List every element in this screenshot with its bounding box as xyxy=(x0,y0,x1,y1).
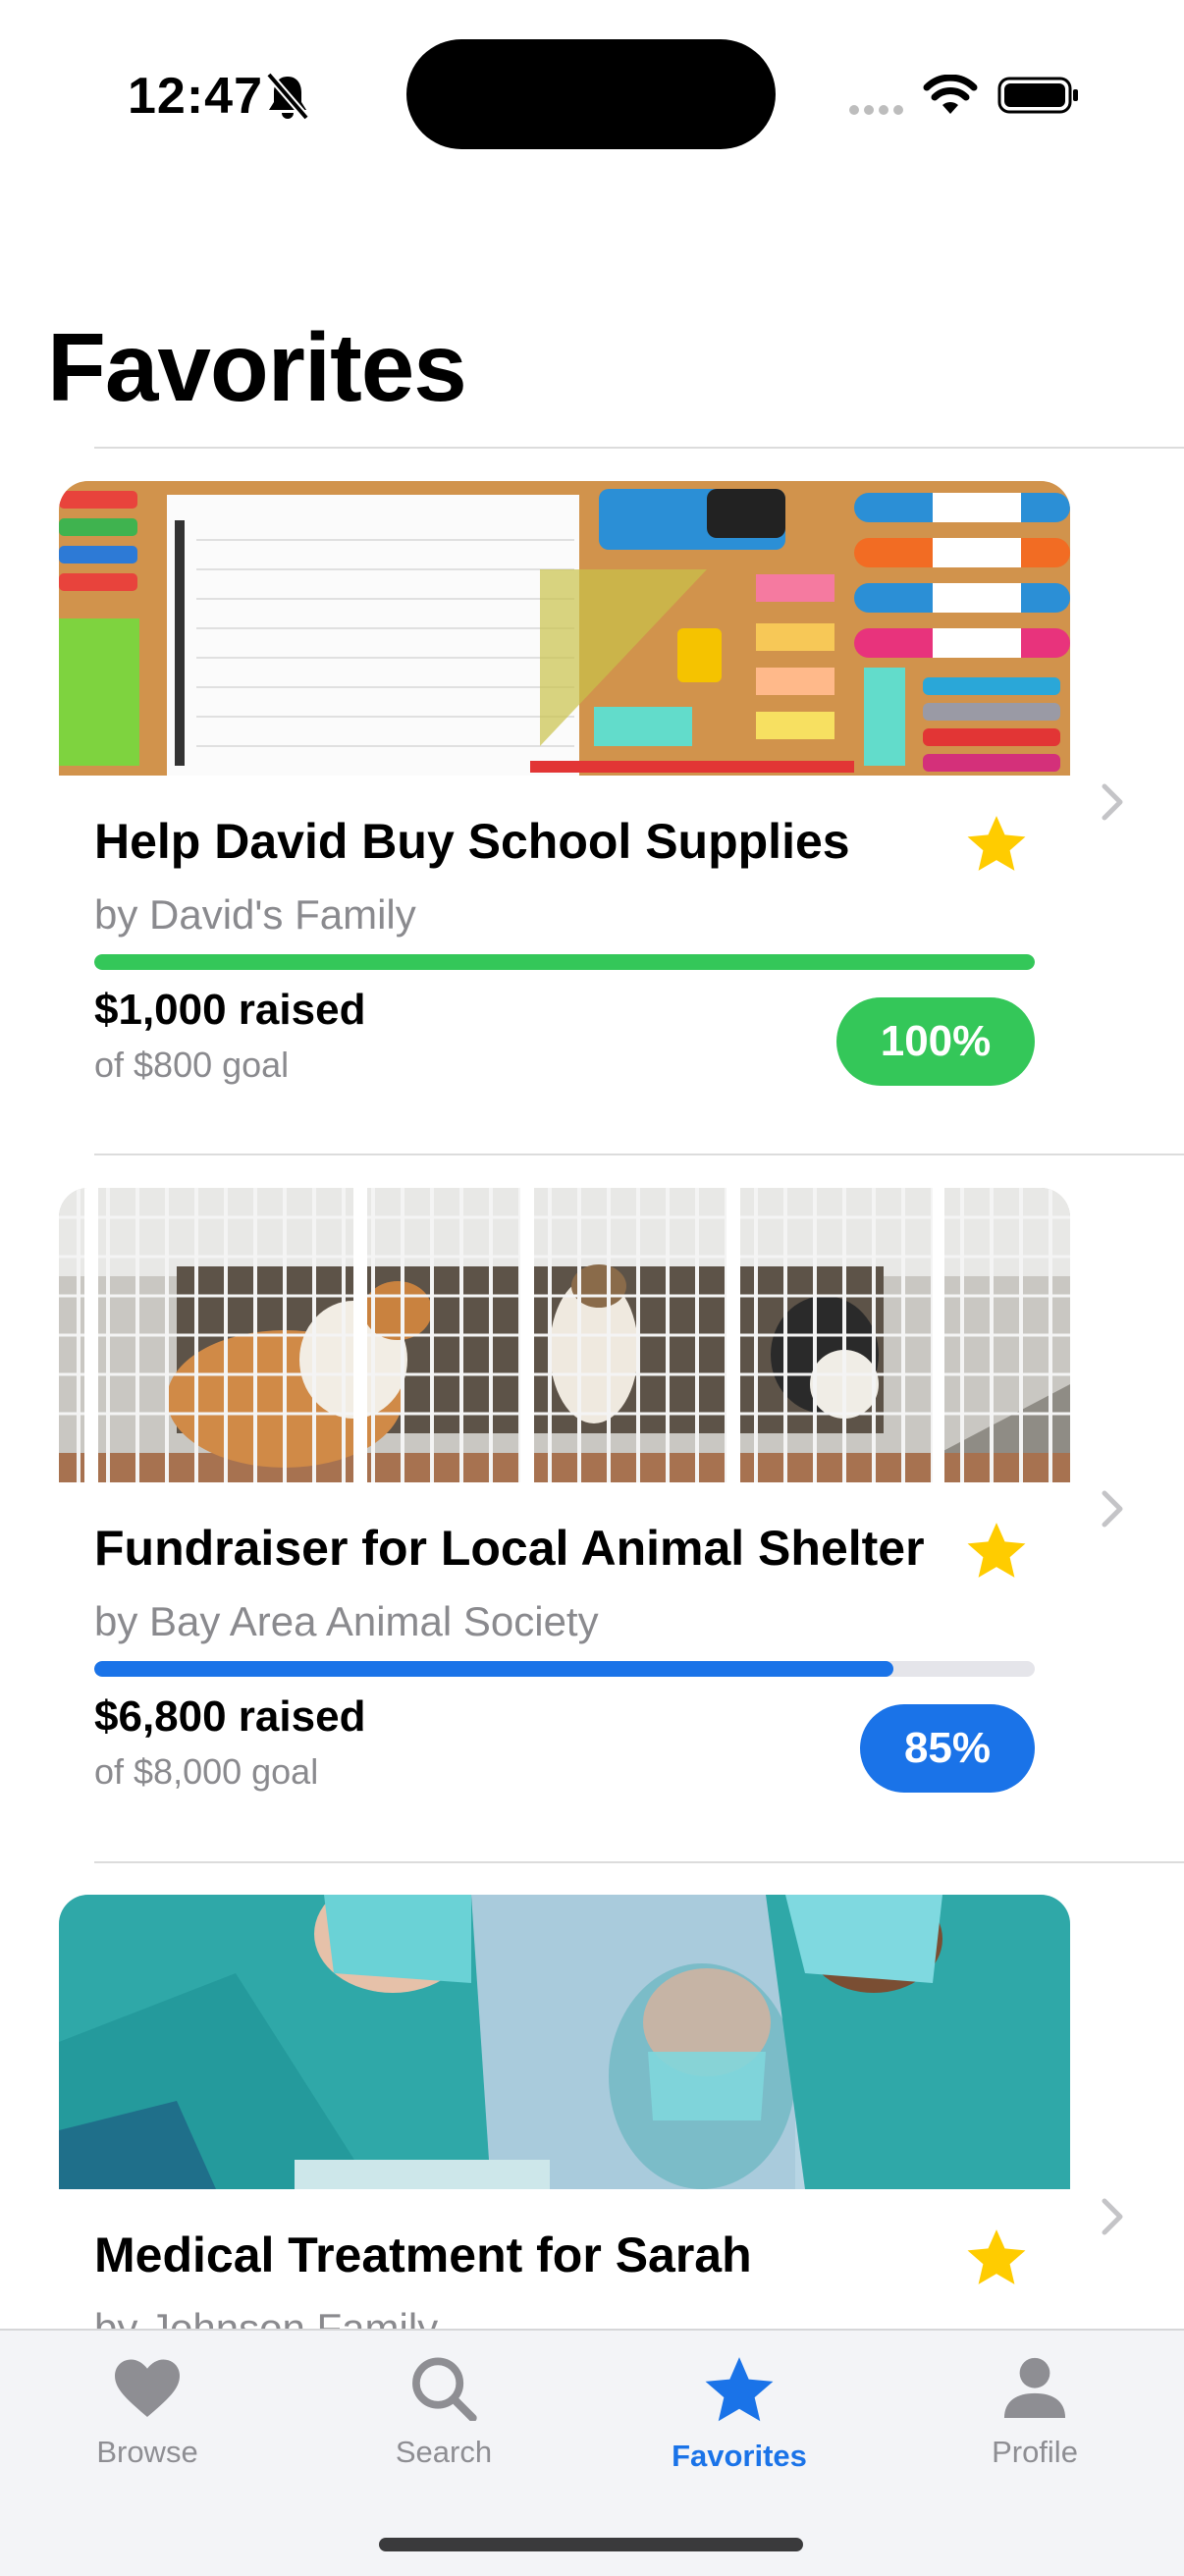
chevron-right-icon[interactable] xyxy=(1096,2195,1129,2238)
campaign-image xyxy=(59,481,1070,776)
progress-fill xyxy=(94,1661,894,1677)
tab-browse[interactable]: Browse xyxy=(49,2354,245,2470)
dynamic-island xyxy=(406,39,776,149)
raised-amount: $1,000 raised xyxy=(94,986,366,1034)
chevron-right-icon[interactable] xyxy=(1096,780,1129,824)
campaign-card[interactable]: Medical Treatment for Sarah by Johnson F… xyxy=(59,1895,1070,2329)
campaign-card[interactable]: Fundraiser for Local Animal Shelter by B… xyxy=(59,1188,1070,1846)
campaign-organizer: by Bay Area Animal Society xyxy=(94,1598,599,1644)
home-indicator xyxy=(379,2538,803,2551)
status-bar: 12:47 xyxy=(0,0,1184,187)
divider xyxy=(94,447,1184,449)
percent-badge: 100% xyxy=(836,997,1035,1086)
divider xyxy=(94,1154,1184,1155)
progress-bar xyxy=(94,954,1035,970)
campaign-title: Fundraiser for Local Animal Shelter xyxy=(94,1521,925,1576)
star-icon xyxy=(705,2357,774,2422)
tab-label: Profile xyxy=(992,2435,1078,2469)
tab-favorites[interactable]: Favorites xyxy=(641,2354,837,2474)
tab-profile[interactable]: Profile xyxy=(937,2354,1133,2470)
page-title: Favorites xyxy=(47,313,467,421)
tab-label: Search xyxy=(395,2435,493,2469)
campaign-title: Medical Treatment for Sarah xyxy=(94,2227,752,2282)
star-icon[interactable] xyxy=(962,1518,1031,1584)
campaign-image xyxy=(59,1895,1070,2189)
progress-fill xyxy=(94,954,1035,970)
goal-amount: of $800 goal xyxy=(94,1045,290,1085)
progress-bar xyxy=(94,1661,1035,1677)
battery-icon xyxy=(997,77,1078,114)
campaign-image xyxy=(59,1188,1070,1482)
raised-amount: $6,800 raised xyxy=(94,1692,366,1741)
star-icon[interactable] xyxy=(962,2225,1031,2291)
wifi-icon xyxy=(923,75,978,114)
bell-slash-icon xyxy=(265,72,310,121)
campaign-card[interactable]: Help David Buy School Supplies by David'… xyxy=(59,481,1070,1139)
star-icon[interactable] xyxy=(962,811,1031,878)
status-time: 12:47 xyxy=(128,68,263,125)
campaign-organizer: by Johnson Family xyxy=(94,2305,439,2329)
tab-label: Browse xyxy=(96,2435,198,2469)
heart-icon xyxy=(115,2359,180,2417)
tab-search[interactable]: Search xyxy=(346,2354,542,2470)
person-icon xyxy=(1003,2357,1066,2419)
chevron-right-icon[interactable] xyxy=(1096,1487,1129,1530)
divider xyxy=(94,1861,1184,1863)
tab-label: Favorites xyxy=(672,2439,807,2473)
percent-badge: 85% xyxy=(860,1704,1035,1793)
campaign-title: Help David Buy School Supplies xyxy=(94,814,850,869)
magnifying-glass-icon xyxy=(412,2357,477,2421)
cellular-signal-icon xyxy=(849,105,903,115)
goal-amount: of $8,000 goal xyxy=(94,1751,319,1792)
campaign-organizer: by David's Family xyxy=(94,891,416,938)
